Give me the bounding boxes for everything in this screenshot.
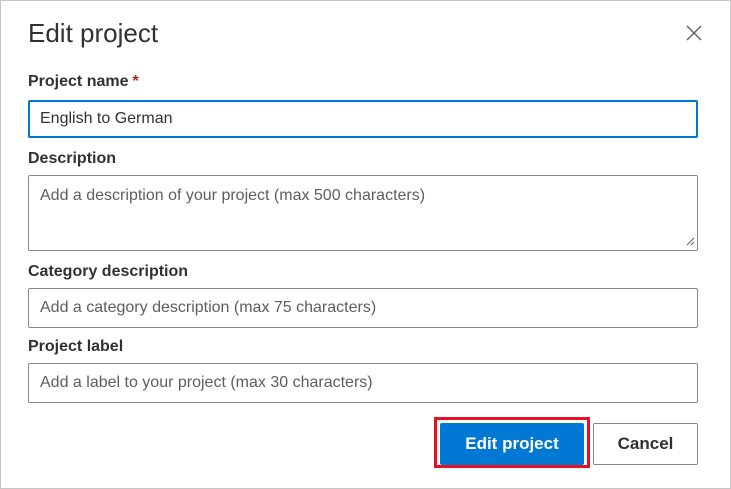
edit-project-dialog: Edit project Project name* Description C…: [0, 0, 731, 489]
project-name-label: Project name *: [28, 72, 139, 92]
project-label-input[interactable]: [28, 363, 698, 403]
required-marker: *: [132, 73, 139, 90]
close-button[interactable]: [682, 21, 706, 45]
description-textarea[interactable]: [28, 175, 698, 251]
dialog-title: Edit project: [28, 18, 159, 48]
category-description-label: Category description: [28, 263, 189, 280]
category-description-input[interactable]: [28, 288, 698, 328]
project-name-input[interactable]: [28, 100, 698, 138]
resize-grip-icon[interactable]: [685, 236, 695, 246]
edit-project-button[interactable]: Edit project: [440, 423, 584, 465]
project-name-label-text: Project name: [28, 73, 129, 90]
close-icon: [686, 25, 702, 41]
project-label-label: Project label: [28, 338, 124, 355]
description-label: Description: [28, 150, 117, 167]
cancel-button[interactable]: Cancel: [593, 423, 698, 465]
